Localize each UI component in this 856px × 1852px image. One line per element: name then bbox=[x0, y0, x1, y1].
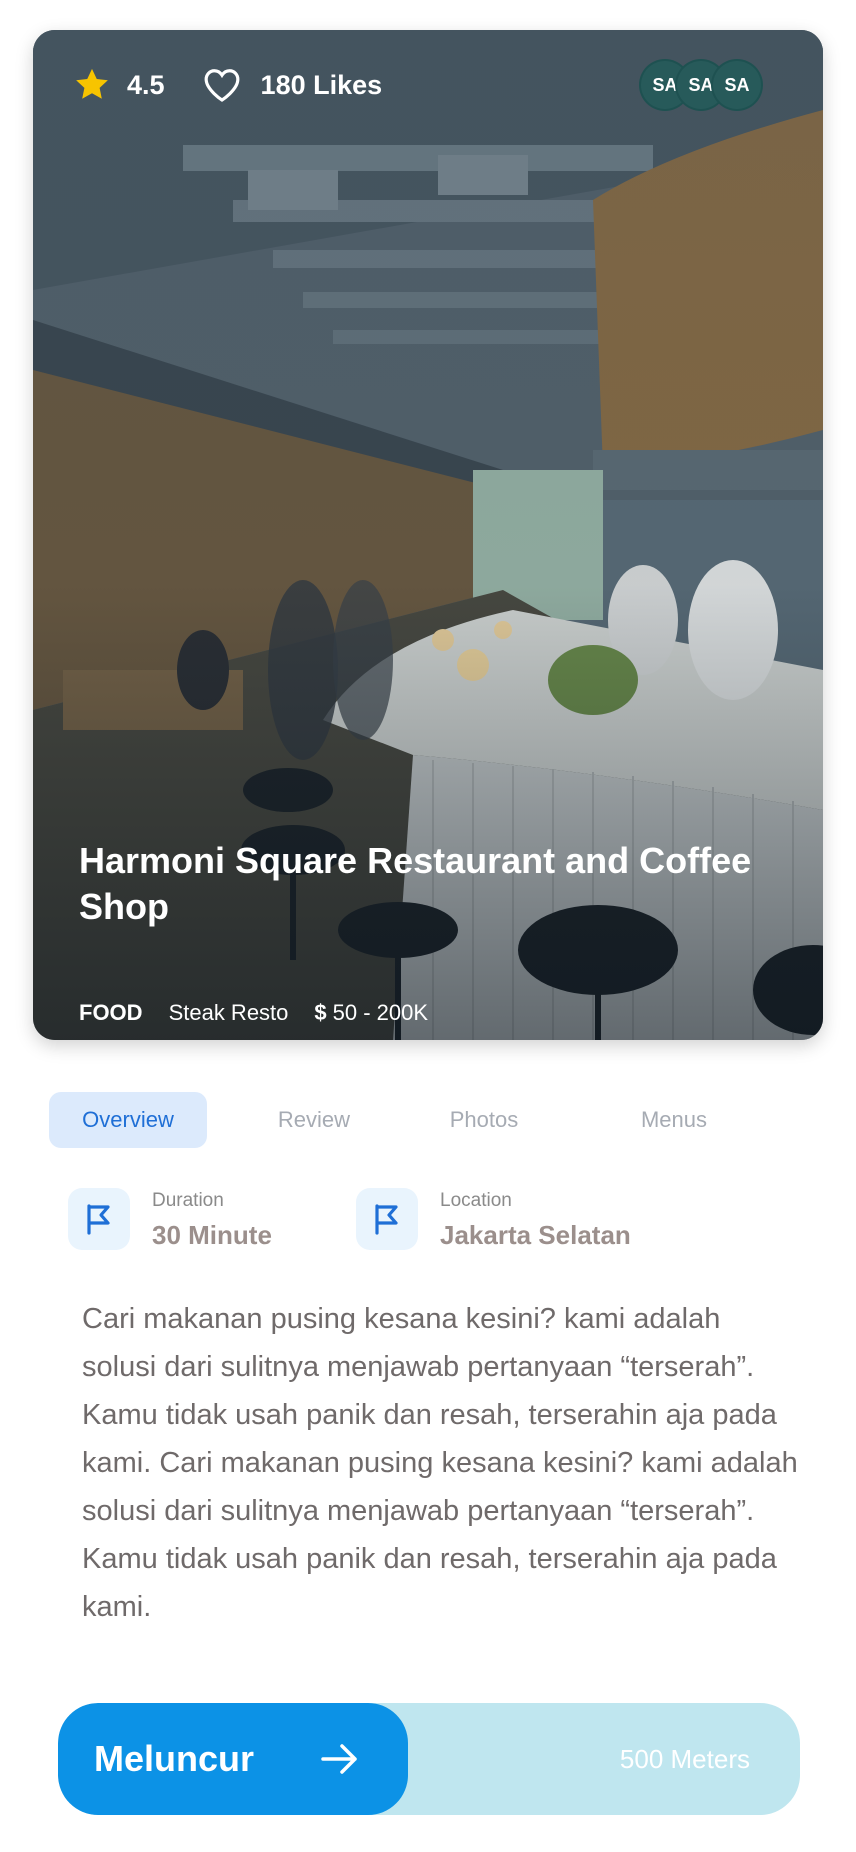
duration-label: Duration bbox=[152, 1190, 224, 1211]
likes-count: 180 Likes bbox=[260, 69, 383, 100]
slide-to-go-track[interactable]: 500 Meters Meluncur bbox=[58, 1703, 800, 1815]
category-label: FOOD bbox=[79, 1000, 143, 1025]
distance-label: 500 Meters bbox=[619, 1743, 750, 1774]
restaurant-meta: FOOD Steak Resto $ 50 - 200K bbox=[79, 1000, 428, 1026]
location-info: Location Jakarta Selatan bbox=[356, 1188, 631, 1251]
subcategory-label: Steak Resto bbox=[168, 1000, 289, 1025]
visitor-avatars[interactable]: SA SA SA bbox=[639, 59, 793, 111]
location-value: Jakarta Selatan bbox=[440, 1220, 631, 1250]
rating-value: 4.5 bbox=[127, 69, 165, 100]
restaurant-description: Cari makanan pusing kesana kesini? kami … bbox=[82, 1303, 798, 1623]
tab-review[interactable]: Review bbox=[249, 1092, 379, 1148]
restaurant-title: Harmoni Square Restaurant and Coffee Sho… bbox=[79, 840, 752, 927]
flag-icon bbox=[68, 1188, 130, 1250]
meluncur-button[interactable]: Meluncur bbox=[58, 1703, 408, 1815]
tab-menus[interactable]: Menus bbox=[609, 1092, 739, 1148]
duration-value: 30 Minute bbox=[152, 1220, 272, 1250]
heart-icon[interactable] bbox=[203, 67, 241, 103]
rating: 4.5 bbox=[73, 66, 165, 104]
duration-info: Duration 30 Minute bbox=[68, 1188, 272, 1251]
tab-overview[interactable]: Overview bbox=[49, 1092, 207, 1148]
tab-photos[interactable]: Photos bbox=[419, 1092, 549, 1148]
flag-icon bbox=[356, 1188, 418, 1250]
star-icon bbox=[76, 68, 108, 99]
location-label: Location bbox=[440, 1190, 512, 1211]
likes[interactable]: 180 Likes bbox=[165, 67, 383, 103]
price-range: 50 - 200K bbox=[332, 1000, 429, 1025]
detail-tabs: Overview Review Photos Menus bbox=[49, 1092, 809, 1148]
meluncur-label: Meluncur bbox=[94, 1738, 255, 1779]
dollar-icon: $ bbox=[314, 1000, 327, 1025]
hero-stats: 4.5 180 Likes bbox=[73, 66, 382, 104]
avatar[interactable]: SA bbox=[711, 59, 763, 111]
restaurant-hero-card[interactable]: 4.5 180 Likes SA SA SA Harmoni Square Re… bbox=[33, 30, 823, 1040]
arrow-right-icon bbox=[321, 1744, 357, 1774]
